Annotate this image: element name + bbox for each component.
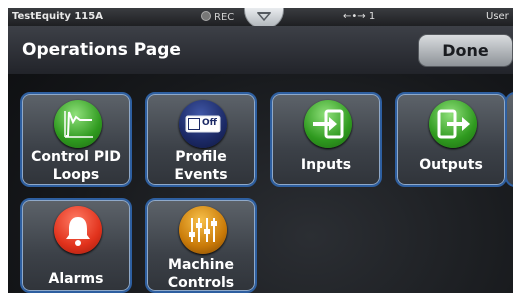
done-button[interactable]: Done bbox=[418, 34, 513, 67]
rec-label: REC bbox=[214, 12, 235, 23]
bell-icon bbox=[54, 206, 102, 254]
tile-label: Outputs bbox=[419, 157, 483, 173]
sliders-icon bbox=[179, 206, 227, 254]
partially-hidden-tile[interactable] bbox=[505, 92, 513, 187]
output-arrow-icon bbox=[429, 100, 477, 148]
machine-controls-button[interactable]: Machine Controls bbox=[145, 198, 257, 293]
record-icon bbox=[201, 11, 211, 21]
outputs-button[interactable]: Outputs bbox=[395, 92, 507, 187]
profile-events-button[interactable]: Off Profile Events bbox=[145, 92, 257, 187]
inputs-button[interactable]: Inputs bbox=[270, 92, 382, 187]
toggle-off-label: Off bbox=[202, 118, 217, 128]
page-header: Operations Page Done bbox=[8, 26, 513, 74]
pid-graph-icon bbox=[54, 100, 102, 148]
toggle-off-icon: Off bbox=[179, 100, 227, 148]
tile-label: Alarms bbox=[48, 271, 104, 287]
tile-label-line2: Events bbox=[174, 167, 228, 183]
tile-label-line2: Loops bbox=[52, 167, 100, 183]
input-arrow-icon bbox=[304, 100, 352, 148]
device-name: TestEquity 115A bbox=[12, 11, 103, 22]
tile-label-line1: Profile bbox=[175, 149, 227, 165]
tile-label-line2: Controls bbox=[167, 275, 235, 291]
tile-label-line1: Control PID bbox=[31, 149, 121, 165]
chevron-down-icon bbox=[257, 12, 271, 22]
record-indicator[interactable]: REC bbox=[201, 11, 234, 23]
tile-label-line1: Machine bbox=[168, 257, 234, 273]
user-label[interactable]: User bbox=[486, 11, 509, 22]
control-pid-loops-button[interactable]: Control PID Loops bbox=[20, 92, 132, 187]
alarms-button[interactable]: Alarms bbox=[20, 198, 132, 293]
status-bar: TestEquity 115A REC ←•→ 1 User bbox=[8, 8, 513, 29]
tile-label: Inputs bbox=[300, 157, 352, 173]
page-title: Operations Page bbox=[22, 40, 181, 60]
usb-status: ←•→ 1 bbox=[343, 11, 376, 22]
touchscreen: TestEquity 115A REC ←•→ 1 User Operation… bbox=[8, 8, 513, 293]
